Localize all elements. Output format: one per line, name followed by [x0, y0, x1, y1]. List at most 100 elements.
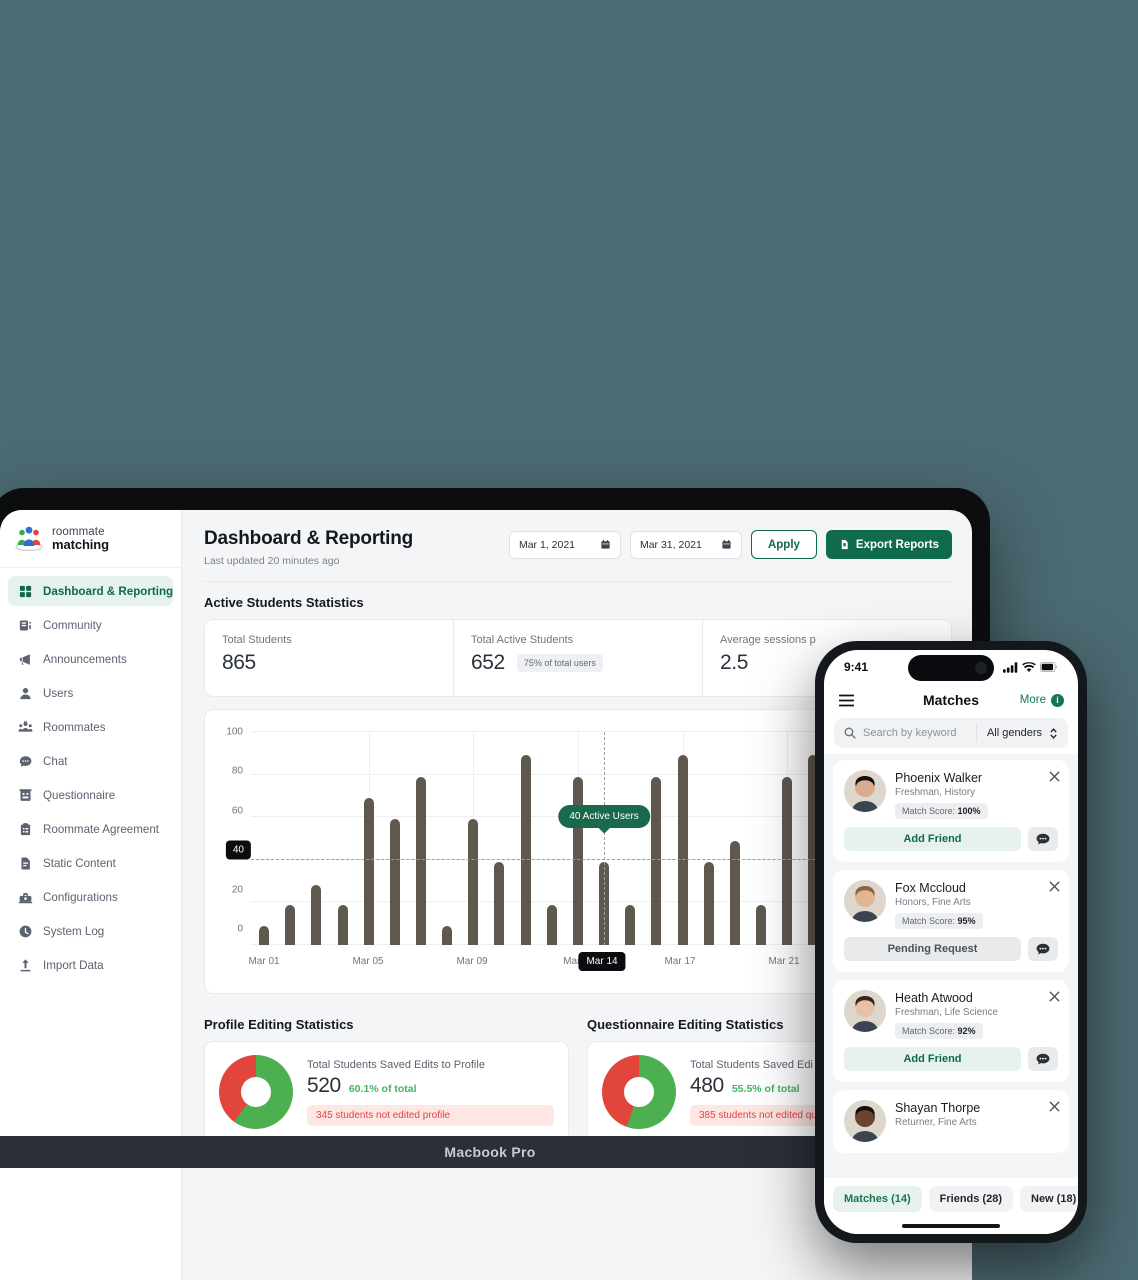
search-input[interactable]: Search by keyword	[834, 724, 977, 742]
chart-bar[interactable]	[625, 904, 636, 945]
sidebar-item-roommates[interactable]: Roommates	[8, 712, 173, 742]
chart-bar[interactable]	[546, 904, 557, 945]
match-card[interactable]: Shayan Thorpe Returner, Fine Arts	[833, 1090, 1069, 1153]
chart-bar-slot[interactable]	[617, 732, 643, 945]
tab-matches-14[interactable]: Matches (14)	[833, 1186, 922, 1212]
chart-bar-slot[interactable]	[408, 732, 434, 945]
chat-button[interactable]	[1028, 827, 1058, 851]
y-axis-tick-label: 100	[226, 726, 243, 738]
chart-bar-slot[interactable]	[303, 732, 329, 945]
sidebar-item-dashboard-reporting[interactable]: Dashboard & Reporting	[8, 576, 173, 606]
chat-button[interactable]	[1028, 937, 1058, 961]
x-axis-tick-label: Mar 09	[456, 956, 488, 967]
chart-bar-slot[interactable]	[486, 732, 512, 945]
chart-bar-slot[interactable]	[382, 732, 408, 945]
chart-bar-slot[interactable]	[356, 732, 382, 945]
profile-editing-column: Profile Editing Statistics Total Student…	[204, 1004, 569, 1143]
camera-lens-icon	[975, 662, 987, 674]
sidebar-item-label: Dashboard & Reporting	[43, 584, 174, 598]
calendar-icon	[722, 539, 731, 549]
chart-bar[interactable]	[703, 861, 714, 945]
chart-bar[interactable]	[389, 819, 400, 945]
chat-bubble-icon	[1036, 833, 1050, 844]
sidebar-item-community[interactable]: Community	[8, 610, 173, 640]
chart-bar-slot[interactable]	[670, 732, 696, 945]
chart-bar-slot[interactable]	[722, 732, 748, 945]
matches-list[interactable]: Phoenix Walker Freshman, History Match Sco…	[824, 754, 1078, 1178]
export-reports-button[interactable]: Export Reports	[825, 530, 952, 559]
match-name: Phoenix Walker	[895, 771, 983, 785]
chat-button[interactable]	[1028, 1047, 1058, 1071]
chart-bar[interactable]	[782, 776, 793, 945]
chart-bar[interactable]	[756, 904, 767, 945]
chart-bar[interactable]	[337, 904, 348, 945]
profile-donut-label: Total Students Saved Edits to Profile	[307, 1059, 485, 1071]
more-button[interactable]: More i	[1020, 693, 1064, 707]
chart-tooltip: 40 Active Users	[558, 805, 650, 834]
match-actions: Add Friend	[844, 1047, 1058, 1071]
sidebar-item-system-log[interactable]: System Log	[8, 916, 173, 946]
chart-bar[interactable]	[416, 776, 427, 945]
sidebar-item-static-content[interactable]: Static Content	[8, 848, 173, 878]
chart-bar-slot[interactable]	[277, 732, 303, 945]
chart-bar[interactable]	[677, 755, 688, 945]
chart-bar-slot[interactable]	[329, 732, 355, 945]
hamburger-menu-icon[interactable]	[838, 694, 855, 707]
chart-bar-slot[interactable]	[513, 732, 539, 945]
sidebar-item-chat[interactable]: Chat	[8, 746, 173, 776]
chart-bar[interactable]	[311, 885, 322, 945]
chart-bar[interactable]	[520, 755, 531, 945]
date-from-input[interactable]: Mar 1, 2021	[508, 530, 621, 559]
match-score-value: 100%	[957, 806, 981, 816]
sidebar-item-import-data[interactable]: Import Data	[8, 950, 173, 980]
chart-bar[interactable]	[259, 925, 270, 945]
questionnaire-donut-chart	[602, 1055, 676, 1129]
chart-bar-slot[interactable]	[460, 732, 486, 945]
apply-button[interactable]: Apply	[750, 530, 817, 559]
tab-new-18[interactable]: New (18)	[1020, 1186, 1078, 1212]
sidebar-item-questionnaire[interactable]: Questionnaire	[8, 780, 173, 810]
match-card[interactable]: Fox Mccloud Honors, Fine Arts Match Score:…	[833, 870, 1069, 972]
chart-bar-slot[interactable]	[434, 732, 460, 945]
chart-bar[interactable]	[442, 925, 453, 945]
chart-bar[interactable]	[285, 904, 296, 945]
profile-donut-info: Total Students Saved Edits to Profile 52…	[307, 1055, 554, 1126]
close-icon[interactable]	[1049, 769, 1060, 787]
sidebar-item-configurations[interactable]: Configurations	[8, 882, 173, 912]
chart-bar[interactable]	[494, 861, 505, 945]
phone-search-row: Search by keyword All genders	[834, 718, 1068, 748]
match-card[interactable]: Heath Atwood Freshman, Life Science Match …	[833, 980, 1069, 1082]
match-card[interactable]: Phoenix Walker Freshman, History Match Sco…	[833, 760, 1069, 862]
sidebar-item-announcements[interactable]: Announcements	[8, 644, 173, 674]
chat-bubble-icon	[19, 755, 32, 767]
gender-filter-select[interactable]: All genders	[977, 727, 1068, 740]
chart-bar-slot[interactable]	[539, 732, 565, 945]
chart-bar[interactable]	[729, 840, 740, 945]
close-icon[interactable]	[1049, 989, 1060, 1007]
chart-bar-slot[interactable]	[696, 732, 722, 945]
match-actions: Add Friend	[844, 827, 1058, 851]
close-icon[interactable]	[1049, 1099, 1060, 1117]
add-friend-button[interactable]: Add Friend	[844, 827, 1021, 851]
add-friend-button[interactable]: Add Friend	[844, 1047, 1021, 1071]
chart-bar-slot[interactable]	[565, 732, 591, 945]
chart-bar[interactable]	[468, 819, 479, 945]
chart-bar-slot[interactable]	[251, 732, 277, 945]
app-logo[interactable]: roommate matching	[0, 510, 181, 568]
chart-bar[interactable]	[363, 798, 374, 945]
status-time: 9:41	[844, 660, 869, 674]
cellular-icon	[1003, 661, 1018, 673]
chart-bar-slot[interactable]	[774, 732, 800, 945]
match-info: Fox Mccloud Honors, Fine Arts Match Score:…	[895, 880, 1058, 929]
chart-bar[interactable]	[572, 776, 583, 945]
sidebar-item-users[interactable]: Users	[8, 678, 173, 708]
close-icon[interactable]	[1049, 879, 1060, 897]
chart-bar-slot[interactable]	[748, 732, 774, 945]
chart-bar-slot[interactable]	[643, 732, 669, 945]
chart-bar[interactable]	[651, 776, 662, 945]
sidebar-item-roommate-agreement[interactable]: Roommate Agreement	[8, 814, 173, 844]
tab-friends-28[interactable]: Friends (28)	[928, 1186, 1013, 1212]
pending-request-button[interactable]: Pending Request	[844, 937, 1021, 961]
battery-icon	[1040, 662, 1058, 672]
date-to-input[interactable]: Mar 31, 2021	[629, 530, 742, 559]
